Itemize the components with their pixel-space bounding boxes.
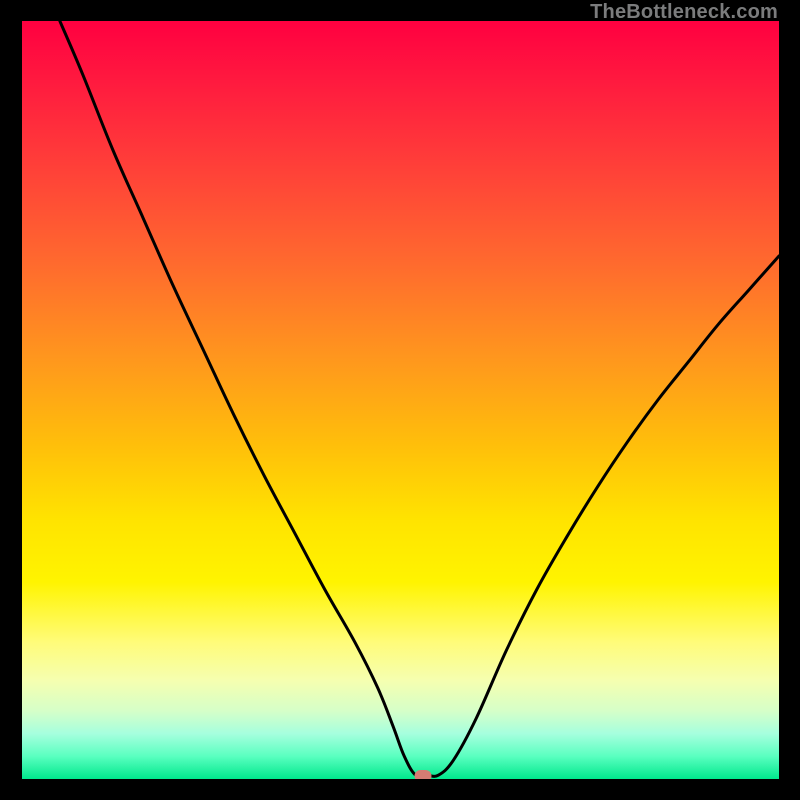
bottleneck-curve (22, 21, 779, 779)
plot-area (22, 21, 779, 779)
outer-frame: TheBottleneck.com (0, 0, 800, 800)
optimal-point-marker (415, 770, 432, 779)
